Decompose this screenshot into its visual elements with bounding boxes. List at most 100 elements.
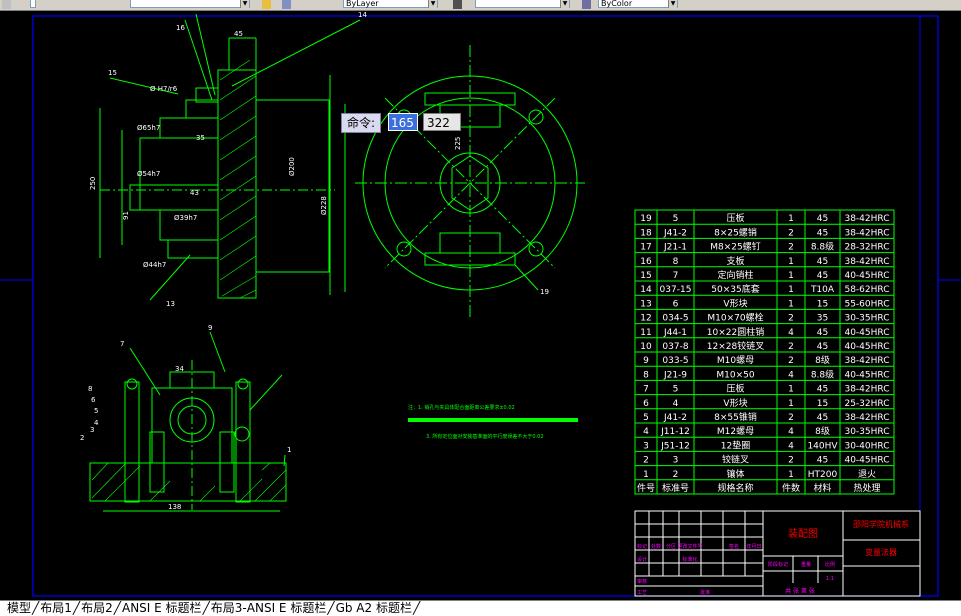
- bom-cell: 38-42HRC: [844, 413, 889, 423]
- bom-cell: 退火: [858, 469, 876, 480]
- bom-cell: 45: [817, 328, 828, 338]
- tab-ansi-e[interactable]: ANSI E 标题栏: [121, 601, 203, 616]
- balloon-1: 1: [287, 446, 291, 454]
- chevron-down-icon[interactable]: ▼: [428, 0, 437, 8]
- bom-cell: J21-9: [663, 370, 687, 380]
- review-label: 审核: [637, 578, 647, 585]
- bom-cell: 45: [817, 228, 828, 238]
- command-y-input[interactable]: 322: [423, 113, 461, 131]
- layer-state-icon[interactable]: [262, 0, 271, 9]
- bom-cell: 35: [817, 314, 828, 324]
- bom-cell: 45: [817, 342, 828, 352]
- tab-layout3-ansi-e[interactable]: 布局3-ANSI E 标题栏: [210, 601, 328, 616]
- balloon-16: 16: [176, 24, 185, 32]
- chevron-down-icon[interactable]: ▼: [668, 0, 677, 8]
- bom-cell: 4: [788, 370, 794, 380]
- dim-34: 34: [175, 365, 184, 373]
- tab-gb-a2[interactable]: Gb A2 标题栏: [335, 601, 413, 616]
- bom-cell: 19: [640, 214, 652, 224]
- bom-cell: 4: [788, 328, 794, 338]
- tech-note-bar: [408, 418, 578, 422]
- lineweight-icon[interactable]: [582, 0, 591, 9]
- bom-cell: 8: [643, 370, 649, 380]
- linetype-combo[interactable]: ▼: [475, 0, 570, 8]
- bom-cell: 8级: [815, 354, 830, 366]
- top-view-dims: 225 19: [454, 137, 549, 296]
- bom-cell: 38-42HRC: [844, 214, 889, 224]
- bom-cell: 037-8: [662, 342, 688, 352]
- bom-cell: 4: [788, 441, 794, 451]
- bom-header-cell: 热处理: [853, 482, 880, 494]
- bom-cell: 3: [643, 441, 649, 451]
- bom-cell: 30-40HRC: [844, 441, 889, 451]
- bom-cell: 15: [817, 299, 828, 309]
- dim-91: 91: [122, 211, 130, 220]
- bom-cell: 28-32HRC: [844, 243, 889, 253]
- balloon-9: 9: [208, 324, 212, 332]
- tab-layout1[interactable]: 布局1: [39, 601, 73, 616]
- bom-cell: J41-2: [663, 413, 687, 423]
- bom-cell: 铰链叉: [722, 454, 749, 466]
- bom-cell: 45: [817, 413, 828, 423]
- color-combo[interactable]: ByLayer ▼: [343, 0, 438, 8]
- bom-cell: 2: [788, 413, 794, 423]
- bom-cell: 1: [788, 285, 794, 295]
- bom-cell: T10A: [810, 285, 835, 295]
- bom-cell: 12垫圈: [721, 439, 750, 451]
- layer-icon[interactable]: [2, 0, 11, 9]
- bom-cell: 2: [788, 228, 794, 238]
- bom-cell: 压板: [726, 212, 744, 224]
- bom-cell: 8×55锥销: [714, 411, 757, 423]
- bom-cell: 12: [640, 314, 651, 324]
- bom-cell: 5: [673, 385, 679, 395]
- bom-cell: 8.8级: [811, 368, 834, 380]
- lineweight-combo-value: ByColor: [601, 0, 633, 8]
- linetype-icon[interactable]: [453, 0, 462, 9]
- bom-cell: 40-45HRC: [844, 456, 889, 466]
- bom-cell: M10×50: [716, 370, 754, 380]
- bom-cell: 2: [788, 456, 794, 466]
- standard-label: 标准化: [682, 556, 697, 563]
- dim-225: 225: [454, 137, 462, 150]
- chevron-down-icon[interactable]: ▼: [560, 0, 569, 8]
- dim-138: 138: [168, 503, 181, 511]
- bom-header-cell: 件数: [782, 482, 800, 494]
- command-x-input[interactable]: 165: [388, 113, 418, 131]
- bom-cell: 8.8级: [811, 241, 834, 253]
- chevron-down-icon[interactable]: ▼: [240, 0, 249, 8]
- bom-cell: 2: [673, 470, 679, 480]
- bom-cell: V形块: [723, 397, 747, 409]
- bom-cell: 8: [673, 257, 679, 267]
- lineweight-combo[interactable]: ByColor ▼: [598, 0, 678, 8]
- balloon-2: 2: [80, 434, 84, 442]
- design-name: 变量法器: [865, 547, 897, 557]
- color-combo-value: ByLayer: [346, 0, 379, 8]
- drawing-canvas[interactable]: 45 15 16 14 35 43 Ø65h7 Ø54h7 Ø39h7 Ø44h…: [0, 10, 961, 600]
- dim-250: 250: [89, 177, 97, 190]
- scale-value: 1:1: [826, 576, 834, 582]
- bom-cell: 10×22圆柱销: [707, 326, 764, 338]
- bom-cell: 1: [788, 399, 794, 409]
- layer-combo-stub[interactable]: [30, 0, 36, 8]
- tab-layout2[interactable]: 布局2: [80, 601, 114, 616]
- bom-cell: 38-42HRC: [844, 356, 889, 366]
- dim-45: 45: [234, 30, 243, 38]
- layer-previous-icon[interactable]: [282, 0, 291, 9]
- bom-cell: 6: [643, 399, 649, 409]
- approve-label: 批准: [700, 589, 710, 596]
- bom-cell: 18: [640, 228, 652, 238]
- bom-cell: M8×25螺钉: [710, 242, 761, 253]
- tab-model[interactable]: 模型: [6, 601, 32, 616]
- layer-combo[interactable]: ▼: [130, 0, 250, 8]
- bom-cell: 034-5: [662, 314, 688, 324]
- bom-cell: 45: [817, 456, 828, 466]
- bom-cell: 38-42HRC: [844, 228, 889, 238]
- bom-header-cell: 件号: [637, 482, 655, 494]
- dim-39h7: Ø39h7: [174, 214, 197, 222]
- bom-header-cell: 规格名称: [717, 482, 753, 494]
- design-label: 设计: [637, 556, 647, 563]
- bom-cell: 2: [643, 456, 649, 466]
- bom-cell: 3: [673, 456, 679, 466]
- drawing-name: 装配图: [788, 527, 818, 540]
- bom-cell: 12×28铰链叉: [707, 340, 764, 352]
